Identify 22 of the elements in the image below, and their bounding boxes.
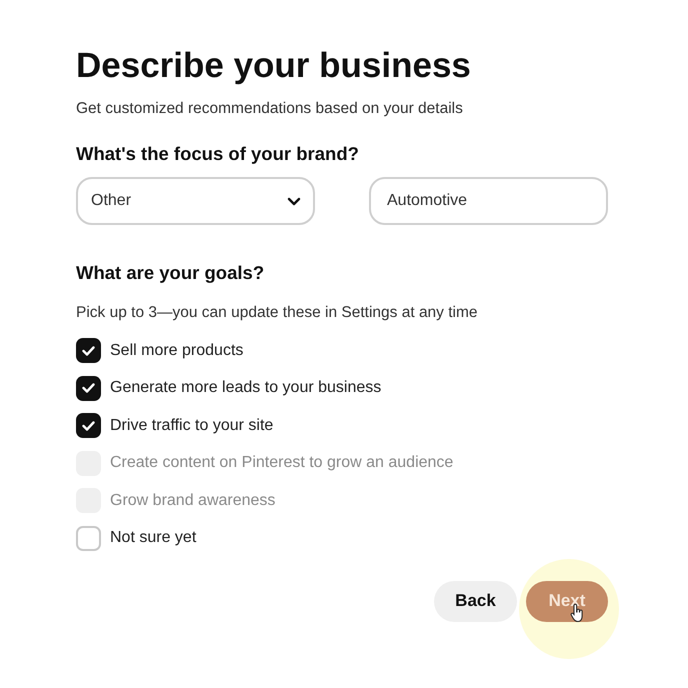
chevron-down-icon	[287, 196, 301, 206]
checkbox-label: Drive traffic to your site	[110, 416, 274, 436]
back-button[interactable]: Back	[434, 580, 517, 622]
checkbox-label: Create content on Pinterest to grow an audience	[110, 453, 454, 473]
industry-field[interactable]: Automotive	[369, 177, 608, 225]
checkbox-label: Not sure yet	[110, 528, 196, 548]
checkbox-label: Sell more products	[110, 340, 244, 360]
page-subtitle: Get customized recommendations based on your details	[76, 99, 463, 119]
checkbox[interactable]	[76, 413, 101, 438]
section-heading: What's the focus of your brand?	[76, 142, 359, 166]
checkbox[interactable]	[76, 376, 101, 400]
checkbox-label: Generate more leads to your business	[110, 378, 382, 398]
category-dropdown[interactable]: Other	[76, 177, 315, 225]
page-title: Describe your business	[76, 45, 471, 87]
checkmark-icon	[82, 383, 95, 393]
checkmark-icon	[82, 420, 95, 430]
checkbox[interactable]	[76, 526, 101, 550]
goals-hint: Pick up to 3—you can update these in Settings at any time	[76, 302, 478, 323]
checkbox-label: Grow brand awareness	[110, 490, 276, 510]
checkbox[interactable]	[76, 338, 101, 363]
checkmark-icon	[82, 346, 95, 356]
section-heading: What are your goals?	[76, 261, 264, 285]
